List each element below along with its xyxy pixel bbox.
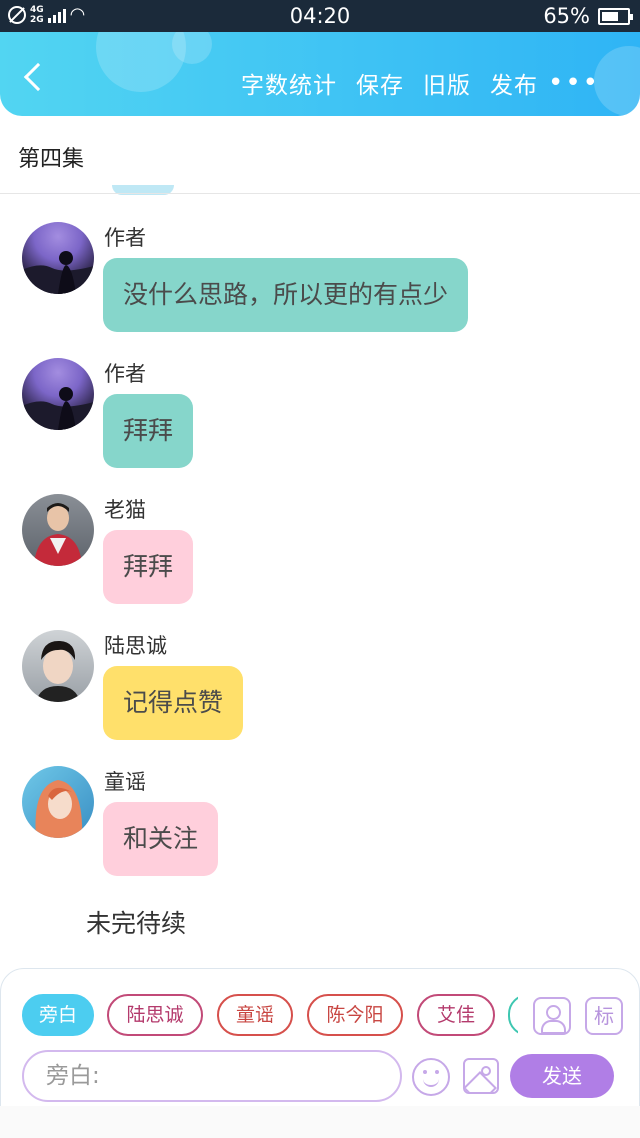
header-decoration — [594, 46, 640, 116]
role-chip-lu-sicheng[interactable]: 陆思诚 — [107, 994, 203, 1036]
role-chip-tongyao[interactable]: 童谣 — [217, 994, 293, 1036]
message-bubble[interactable]: 没什么思路，所以更的有点少 — [103, 258, 469, 332]
send-button[interactable]: 发送 — [510, 1054, 614, 1098]
header-bar: 字数统计 保存 旧版 发布 ••• — [0, 32, 640, 116]
role-chip-ai-jia[interactable]: 艾佳 — [417, 994, 495, 1036]
status-right: 65% — [543, 4, 633, 28]
avatar-image — [22, 251, 94, 294]
header-actions: 字数统计 保存 旧版 发布 — [241, 66, 538, 100]
status-bar: 4G 2G ◠ 04:20 65% — [0, 0, 640, 32]
role-chip-narrator[interactable]: 旁白 — [22, 994, 94, 1036]
speaker-name: 陆思诚 — [104, 634, 167, 658]
publish-button[interactable]: 发布 — [490, 66, 538, 100]
chat-message: 作者 没什么思路，所以更的有点少 — [22, 222, 622, 342]
speaker-name: 作者 — [104, 226, 146, 250]
episode-title: 第四集 — [18, 147, 85, 172]
battery-icon — [598, 7, 633, 25]
speaker-name: 作者 — [104, 362, 146, 386]
header-decoration — [172, 32, 212, 64]
chat-message: 作者 拜拜 — [22, 358, 622, 478]
avatar[interactable] — [22, 494, 94, 566]
avatar-image — [35, 780, 83, 838]
avatar[interactable] — [22, 222, 94, 294]
avatar[interactable] — [22, 630, 94, 702]
message-bubble[interactable]: 拜拜 — [103, 530, 194, 604]
speaker-name: 童谣 — [104, 770, 146, 794]
chat-message: 陆思诚 记得点赞 — [22, 630, 622, 750]
tag-button[interactable]: 标 — [585, 997, 623, 1035]
avatar-image — [36, 640, 80, 702]
speaker-name: 老猫 — [104, 498, 146, 522]
role-chip-overflow[interactable] — [508, 994, 518, 1036]
divider — [0, 193, 640, 194]
avatar[interactable] — [22, 358, 94, 430]
more-button[interactable]: ••• — [548, 68, 600, 98]
chat-message: 童谣 和关注 — [22, 766, 622, 886]
chat-message: 老猫 拜拜 — [22, 494, 622, 614]
more-dots-icon: ••• — [547, 68, 600, 98]
bottom-strip — [0, 1106, 640, 1138]
save-button[interactable]: 保存 — [356, 66, 404, 100]
message-bubble[interactable]: 拜拜 — [103, 394, 194, 468]
role-chip-chen-jinyang[interactable]: 陈今阳 — [307, 994, 403, 1036]
add-role-button[interactable] — [533, 997, 571, 1035]
battery-percent: 65% — [543, 4, 590, 28]
message-bubble[interactable]: 和关注 — [103, 802, 219, 876]
narration-text[interactable]: 未完待续 — [86, 904, 186, 940]
word-count-button[interactable]: 字数统计 — [241, 66, 337, 100]
image-button[interactable] — [463, 1058, 499, 1094]
back-button[interactable] — [22, 62, 48, 92]
avatar-image — [34, 503, 82, 566]
avatar-image — [22, 387, 94, 430]
avatar[interactable] — [22, 766, 94, 838]
emoji-button[interactable] — [412, 1058, 450, 1096]
battery-level — [602, 11, 618, 21]
old-version-button[interactable]: 旧版 — [423, 66, 471, 100]
message-bubble[interactable]: 记得点赞 — [103, 666, 244, 740]
message-input[interactable] — [22, 1050, 402, 1102]
